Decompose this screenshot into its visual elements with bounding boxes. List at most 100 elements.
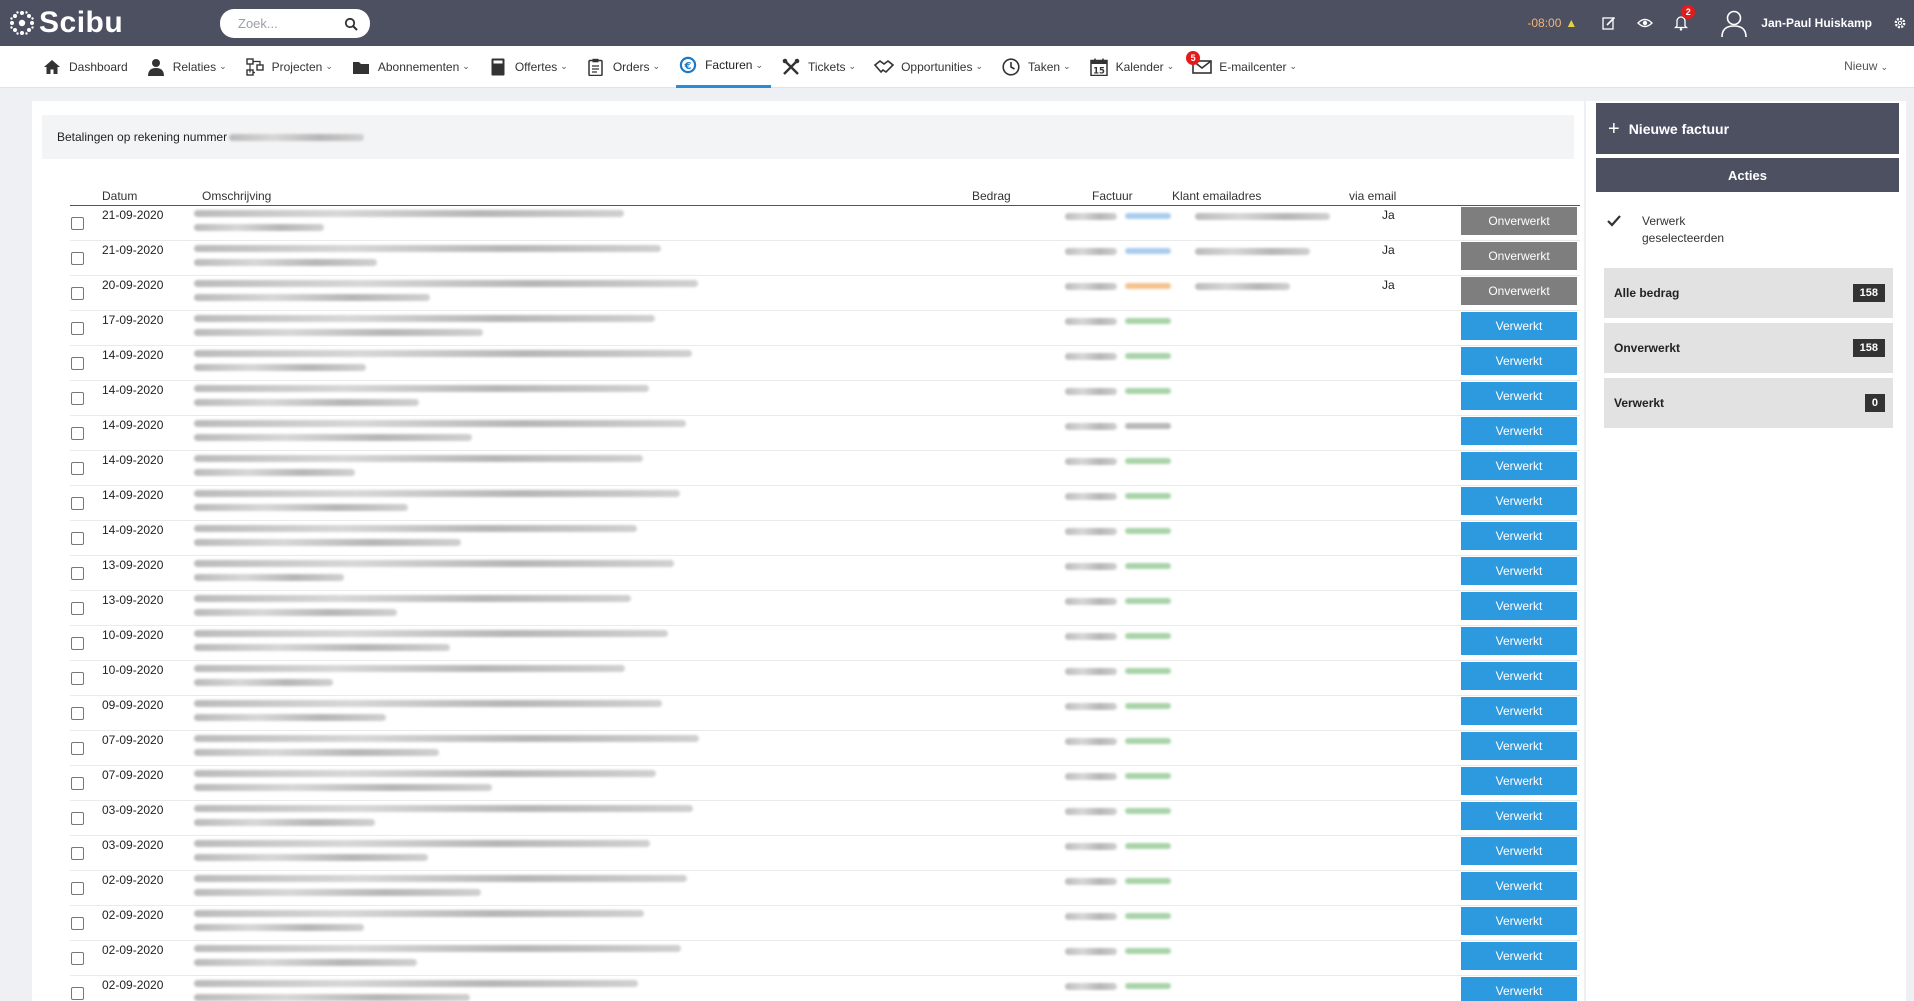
row-checkbox[interactable] (71, 882, 84, 895)
nav-item-taken[interactable]: Taken ⌄ (999, 46, 1079, 88)
filter-all-amounts[interactable]: Alle bedrag 158 (1604, 268, 1893, 318)
row-status-button[interactable]: Verwerkt (1461, 977, 1577, 1001)
redacted-invoice[interactable] (1125, 283, 1171, 289)
row-status-button[interactable]: Verwerkt (1461, 627, 1577, 655)
row-status-button[interactable]: Verwerkt (1461, 522, 1577, 550)
row-checkbox[interactable] (71, 252, 84, 265)
timer-display[interactable]: -08:00 (1527, 16, 1561, 30)
row-checkbox[interactable] (71, 952, 84, 965)
col-date-header[interactable]: Datum (102, 189, 137, 203)
col-amount-header[interactable]: Bedrag (972, 189, 1011, 203)
filter-processed[interactable]: Verwerkt 0 (1604, 378, 1893, 428)
row-status-button[interactable]: Verwerkt (1461, 802, 1577, 830)
nav-item-offertes[interactable]: Offertes ⌄ (486, 46, 576, 88)
row-checkbox[interactable] (71, 602, 84, 615)
new-dropdown-button[interactable]: Nieuw ⌄ (1844, 59, 1888, 73)
scibu-logo[interactable]: Scibu (8, 6, 123, 40)
row-checkbox[interactable] (71, 322, 84, 335)
row-checkbox[interactable] (71, 287, 84, 300)
row-status-button[interactable]: Verwerkt (1461, 417, 1577, 445)
redacted-invoice[interactable] (1125, 668, 1171, 674)
row-checkbox[interactable] (71, 917, 84, 930)
row-status-button[interactable]: Verwerkt (1461, 382, 1577, 410)
redacted-invoice[interactable] (1125, 843, 1171, 849)
redacted-invoice[interactable] (1125, 423, 1171, 429)
row-checkbox[interactable] (71, 812, 84, 825)
user-menu[interactable]: Jan-Paul Huiskamp (1719, 8, 1872, 38)
search-input[interactable]: Zoek... (220, 9, 370, 38)
nav-item-opportunities[interactable]: Opportunities ⌄ (872, 46, 991, 88)
redacted-invoice[interactable] (1125, 563, 1171, 569)
row-checkbox[interactable] (71, 637, 84, 650)
row-status-button[interactable]: Verwerkt (1461, 592, 1577, 620)
row-checkbox[interactable] (71, 742, 84, 755)
row-status-button[interactable]: Verwerkt (1461, 662, 1577, 690)
row-checkbox[interactable] (71, 392, 84, 405)
bell-icon[interactable]: 2 (1673, 5, 1696, 31)
row-status-button[interactable]: Verwerkt (1461, 732, 1577, 760)
redacted-invoice[interactable] (1125, 598, 1171, 604)
redacted-invoice[interactable] (1125, 878, 1171, 884)
new-invoice-button[interactable]: + Nieuwe factuur (1596, 103, 1899, 154)
edit-icon[interactable] (1601, 15, 1617, 31)
row-status-button[interactable]: Verwerkt (1461, 487, 1577, 515)
redacted-invoice[interactable] (1125, 948, 1171, 954)
row-checkbox[interactable] (71, 427, 84, 440)
row-status-button[interactable]: Onverwerkt (1461, 277, 1577, 305)
row-checkbox[interactable] (71, 777, 84, 790)
redacted-invoice[interactable] (1125, 213, 1171, 219)
row-checkbox[interactable] (71, 987, 84, 1000)
row-status-button[interactable]: Verwerkt (1461, 837, 1577, 865)
redacted-invoice[interactable] (1125, 353, 1171, 359)
row-checkbox[interactable] (71, 462, 84, 475)
redacted-invoice[interactable] (1125, 318, 1171, 324)
redacted-invoice[interactable] (1125, 388, 1171, 394)
redacted-invoice[interactable] (1125, 983, 1171, 989)
row-checkbox[interactable] (71, 707, 84, 720)
eye-icon[interactable] (1637, 15, 1654, 31)
row-checkbox[interactable] (71, 497, 84, 510)
redacted-invoice[interactable] (1125, 528, 1171, 534)
nav-item-dashboard[interactable]: Dashboard (40, 46, 136, 88)
row-checkbox[interactable] (71, 357, 84, 370)
row-status-button[interactable]: Verwerkt (1461, 312, 1577, 340)
row-checkbox[interactable] (71, 532, 84, 545)
row-status-button[interactable]: Verwerkt (1461, 347, 1577, 375)
col-invoice-header[interactable]: Factuur (1092, 189, 1133, 203)
filter-unprocessed[interactable]: Onverwerkt 158 (1604, 323, 1893, 373)
nav-item-abonnementen[interactable]: Abonnementen ⌄ (349, 46, 478, 88)
process-selected-action[interactable]: Verwerk geselecteerden (1606, 213, 1742, 247)
nav-item-tickets[interactable]: Tickets ⌄ (779, 46, 864, 88)
row-status-button[interactable]: Verwerkt (1461, 452, 1577, 480)
row-status-button[interactable]: Verwerkt (1461, 557, 1577, 585)
redacted-invoice[interactable] (1125, 458, 1171, 464)
redacted-invoice[interactable] (1125, 913, 1171, 919)
nav-item-projecten[interactable]: Projecten ⌄ (243, 46, 341, 88)
nav-item-e-mailcenter[interactable]: 5 E-mailcenter ⌄ (1186, 46, 1305, 88)
row-checkbox[interactable] (71, 672, 84, 685)
search-icon[interactable] (344, 17, 358, 31)
settings-gear-icon[interactable] (1892, 15, 1908, 31)
row-checkbox[interactable] (71, 567, 84, 580)
nav-item-facturen[interactable]: € Facturen ⌄ (676, 46, 771, 88)
row-status-button[interactable]: Verwerkt (1461, 907, 1577, 935)
row-status-button[interactable]: Verwerkt (1461, 697, 1577, 725)
row-status-button[interactable]: Verwerkt (1461, 942, 1577, 970)
redacted-invoice[interactable] (1125, 633, 1171, 639)
col-description-header[interactable]: Omschrijving (202, 189, 271, 203)
nav-item-relaties[interactable]: Relaties ⌄ (144, 46, 235, 88)
row-checkbox[interactable] (71, 217, 84, 230)
row-status-button[interactable]: Verwerkt (1461, 767, 1577, 795)
nav-item-kalender[interactable]: 15 Kalender ⌄ (1087, 46, 1183, 88)
row-status-button[interactable]: Onverwerkt (1461, 207, 1577, 235)
col-via-email-header[interactable]: via email (1349, 189, 1396, 203)
nav-item-orders[interactable]: Orders ⌄ (584, 46, 668, 88)
redacted-invoice[interactable] (1125, 738, 1171, 744)
row-status-button[interactable]: Onverwerkt (1461, 242, 1577, 270)
redacted-invoice[interactable] (1125, 248, 1171, 254)
col-email-header[interactable]: Klant emailadres (1172, 189, 1261, 203)
redacted-invoice[interactable] (1125, 808, 1171, 814)
redacted-invoice[interactable] (1125, 773, 1171, 779)
redacted-invoice[interactable] (1125, 493, 1171, 499)
row-checkbox[interactable] (71, 847, 84, 860)
